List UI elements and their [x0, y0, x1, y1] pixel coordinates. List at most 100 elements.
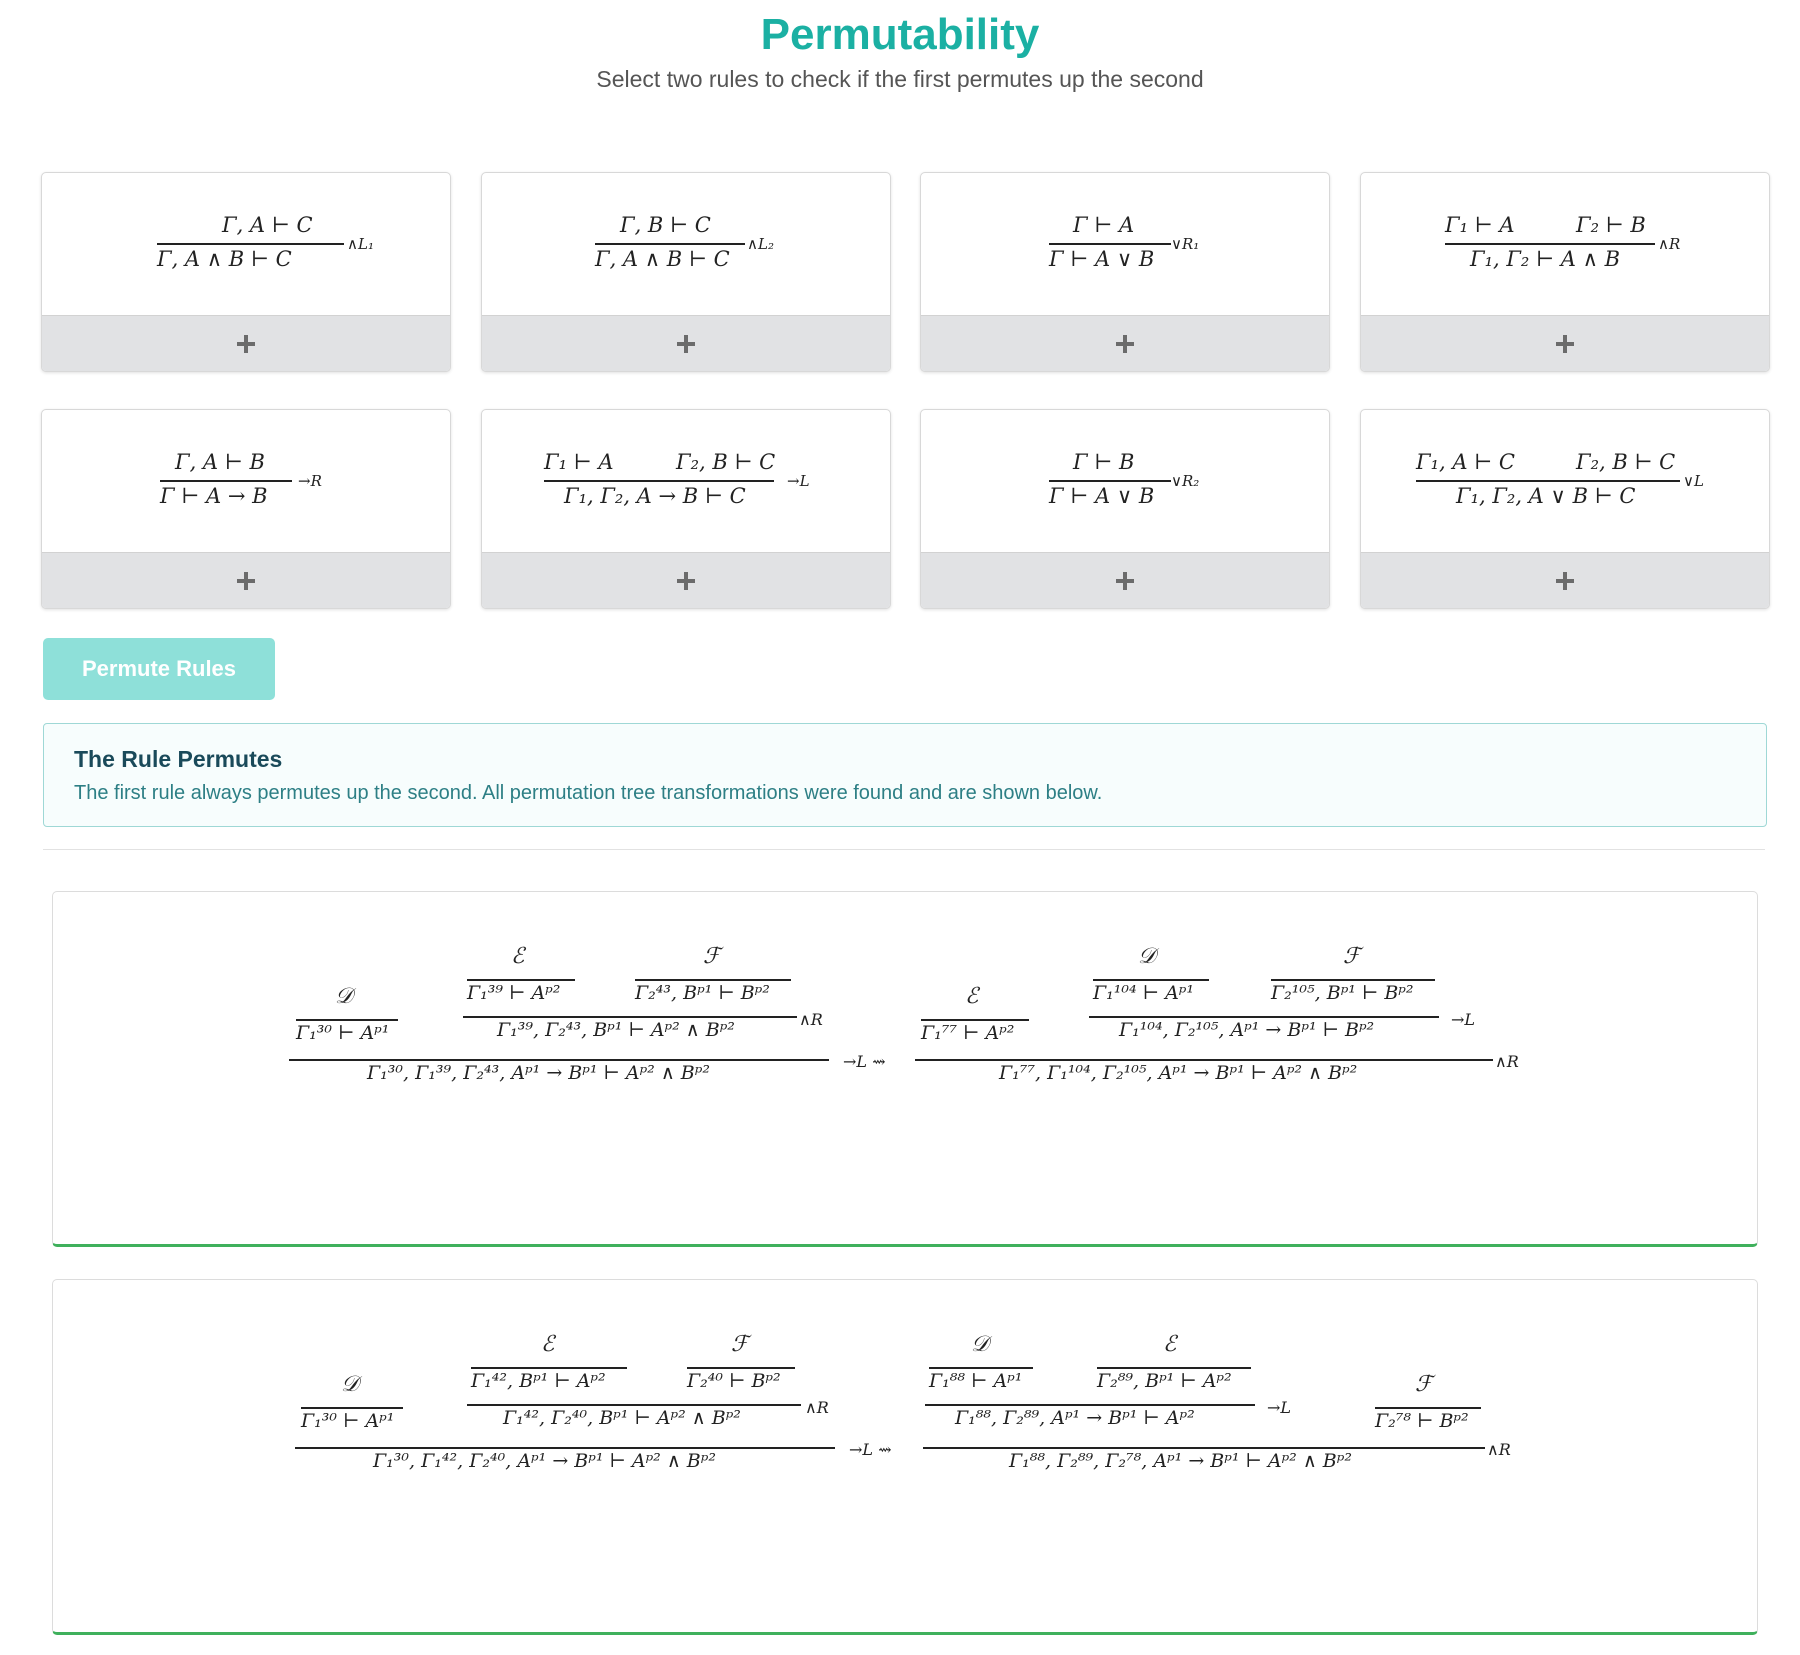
inference-line — [160, 480, 292, 482]
inference-line — [929, 1367, 1033, 1369]
section-divider — [43, 849, 1765, 850]
inference-line — [1049, 480, 1171, 482]
rule-formula: Γ₁ ⊢ A Γ₂, B ⊢ C Γ₁, Γ₂, A → B ⊢ C →L — [482, 410, 890, 553]
sequent: Γ₁⁴², Γ₂⁴⁰, Bᵖ¹ ⊢ Aᵖ² ∧ Bᵖ² — [503, 1407, 741, 1429]
sequent: Γ₁³⁰ ⊢ Aᵖ¹ — [296, 1022, 390, 1044]
inference-line — [1375, 1407, 1481, 1409]
inference-line — [1416, 480, 1680, 482]
rule-label: →L ⇝ — [843, 1052, 886, 1071]
rule-conclusion: Γ₁, Γ₂, A ∨ B ⊢ C — [1456, 484, 1636, 508]
rule-card-or-right-1: Γ ⊢ A Γ ⊢ A ∨ B ∨R₁ — [920, 172, 1330, 372]
sequent: Γ₁³⁰, Γ₁⁴², Γ₂⁴⁰, Aᵖ¹ → Bᵖ¹ ⊢ Aᵖ² ∧ Bᵖ² — [373, 1450, 716, 1472]
inference-line — [635, 979, 791, 981]
rule-formula: Γ, A ⊢ C Γ, A ∧ B ⊢ C ∧L₁ — [42, 173, 450, 316]
inference-line — [296, 1019, 398, 1021]
rule-conclusion: Γ₁, Γ₂, A → B ⊢ C — [564, 484, 746, 508]
inference-line — [1049, 243, 1171, 245]
derivation-symbol-f: ℱ — [1415, 1372, 1433, 1397]
rule-label: ∧L₂ — [747, 235, 774, 253]
plus-icon — [677, 572, 695, 590]
inference-line — [471, 1367, 627, 1369]
rule-premise: Γ₁ ⊢ A — [1445, 213, 1515, 237]
sequent: Γ₁³⁰, Γ₁³⁹, Γ₂⁴³, Aᵖ¹ → Bᵖ¹ ⊢ Aᵖ² ∧ Bᵖ² — [367, 1062, 710, 1084]
inference-line — [687, 1367, 795, 1369]
rule-conclusion: Γ ⊢ A ∨ B — [1049, 247, 1155, 271]
inference-line — [925, 1404, 1255, 1406]
rule-premise: Γ ⊢ B — [1073, 450, 1135, 474]
rule-label: ∧R — [805, 1398, 829, 1417]
add-rule-button[interactable] — [482, 315, 890, 371]
rule-label: →L ⇝ — [849, 1440, 892, 1459]
inference-line — [467, 1404, 801, 1406]
inference-line — [1271, 979, 1435, 981]
plus-icon — [677, 335, 695, 353]
rule-label: →L — [1451, 1010, 1476, 1029]
add-rule-button[interactable] — [1361, 552, 1769, 608]
rule-premise: Γ ⊢ A — [1073, 213, 1135, 237]
rule-label: ∧R — [1487, 1440, 1511, 1459]
rule-conclusion: Γ₁, Γ₂ ⊢ A ∧ B — [1470, 247, 1621, 271]
plus-icon — [1116, 335, 1134, 353]
rule-formula: Γ, B ⊢ C Γ, A ∧ B ⊢ C ∧L₂ — [482, 173, 890, 316]
inference-line — [544, 480, 774, 482]
sequent: Γ₁⁷⁷, Γ₁¹⁰⁴, Γ₂¹⁰⁵, Aᵖ¹ → Bᵖ¹ ⊢ Aᵖ² ∧ Bᵖ… — [999, 1062, 1358, 1084]
rule-premise: Γ₂ ⊢ B — [1576, 213, 1646, 237]
derivation-symbol-f: ℱ — [1343, 944, 1361, 969]
rule-formula: Γ₁, A ⊢ C Γ₂, B ⊢ C Γ₁, Γ₂, A ∨ B ⊢ C ∨L — [1361, 410, 1769, 553]
derivation-symbol-f: ℱ — [703, 944, 721, 969]
sequent: Γ₁³⁹, Γ₂⁴³, Bᵖ¹ ⊢ Aᵖ² ∧ Bᵖ² — [497, 1019, 735, 1041]
rule-formula: Γ ⊢ A Γ ⊢ A ∨ B ∨R₁ — [921, 173, 1329, 316]
page-subtitle: Select two rules to check if the first p… — [596, 66, 1204, 92]
inference-line — [1093, 979, 1209, 981]
rule-card-and-right: Γ₁ ⊢ A Γ₂ ⊢ B Γ₁, Γ₂ ⊢ A ∧ B ∧R — [1360, 172, 1770, 372]
sequent: Γ₂⁴⁰ ⊢ Bᵖ² — [687, 1370, 781, 1392]
inference-line — [157, 243, 344, 245]
sequent: Γ₁¹⁰⁴, Γ₂¹⁰⁵, Aᵖ¹ → Bᵖ¹ ⊢ Bᵖ² — [1119, 1019, 1375, 1041]
add-rule-button[interactable] — [42, 552, 450, 608]
plus-icon — [1556, 572, 1574, 590]
sequent: Γ₁⁸⁸, Γ₂⁸⁹, Aᵖ¹ → Bᵖ¹ ⊢ Aᵖ² — [955, 1407, 1195, 1429]
rule-label: →R — [298, 472, 322, 490]
rule-premise: Γ₂, B ⊢ C — [676, 450, 776, 474]
inference-line — [923, 1447, 1485, 1449]
rule-card-or-left: Γ₁, A ⊢ C Γ₂, B ⊢ C Γ₁, Γ₂, A ∨ B ⊢ C ∨L — [1360, 409, 1770, 609]
rule-label: →L — [1267, 1398, 1292, 1417]
inference-line — [915, 1059, 1493, 1061]
rule-conclusion: Γ ⊢ A ∨ B — [1049, 484, 1155, 508]
rule-label: ∨R₂ — [1171, 472, 1200, 490]
inference-line — [1445, 243, 1655, 245]
inference-line — [921, 1019, 1029, 1021]
rule-label: ∧R — [1495, 1052, 1519, 1071]
derivation-symbol-f: ℱ — [731, 1332, 749, 1357]
inference-line — [289, 1059, 829, 1061]
sequent: Γ₁⁸⁸, Γ₂⁸⁹, Γ₂⁷⁸, Aᵖ¹ → Bᵖ¹ ⊢ Aᵖ² ∧ Bᵖ² — [1009, 1450, 1352, 1472]
rule-card-imp-left: Γ₁ ⊢ A Γ₂, B ⊢ C Γ₁, Γ₂, A → B ⊢ C →L — [481, 409, 891, 609]
derivation-symbol-e: ℰ — [1163, 1332, 1177, 1357]
add-rule-button[interactable] — [921, 552, 1329, 608]
add-rule-button[interactable] — [921, 315, 1329, 371]
inference-line — [1097, 1367, 1251, 1369]
add-rule-button[interactable] — [1361, 315, 1769, 371]
sequent: Γ₂⁸⁹, Bᵖ¹ ⊢ Aᵖ² — [1097, 1370, 1232, 1392]
inference-line — [467, 979, 575, 981]
transformation-card: 𝒟 Γ₁³⁰ ⊢ Aᵖ¹ ℰ Γ₁³⁹ ⊢ Aᵖ² ℱ Γ₂⁴³, Bᵖ¹ ⊢ … — [52, 891, 1758, 1247]
permute-rules-button[interactable]: Permute Rules — [43, 638, 275, 700]
rule-label: →L — [787, 472, 810, 490]
rule-premise: Γ₁, A ⊢ C — [1416, 450, 1515, 474]
rule-label: ∨R₁ — [1171, 235, 1200, 253]
derivation-symbol-e: ℰ — [541, 1332, 555, 1357]
rule-label: ∧R — [799, 1010, 823, 1029]
rule-formula: Γ ⊢ B Γ ⊢ A ∨ B ∨R₂ — [921, 410, 1329, 553]
sequent: Γ₁³⁰ ⊢ Aᵖ¹ — [301, 1410, 395, 1432]
derivation-symbol-d: 𝒟 — [341, 1372, 359, 1397]
rule-premise: Γ, A ⊢ C — [222, 213, 313, 237]
sequent: Γ₁⁷⁷ ⊢ Aᵖ² — [921, 1022, 1015, 1044]
add-rule-button[interactable] — [42, 315, 450, 371]
add-rule-button[interactable] — [482, 552, 890, 608]
inference-line — [301, 1407, 403, 1409]
sequent: Γ₁⁴², Bᵖ¹ ⊢ Aᵖ² — [471, 1370, 606, 1392]
rule-card-and-left-2: Γ, B ⊢ C Γ, A ∧ B ⊢ C ∧L₂ — [481, 172, 891, 372]
rule-premise: Γ, A ⊢ B — [175, 450, 265, 474]
rule-label: ∨L — [1683, 472, 1704, 490]
plus-icon — [1556, 335, 1574, 353]
